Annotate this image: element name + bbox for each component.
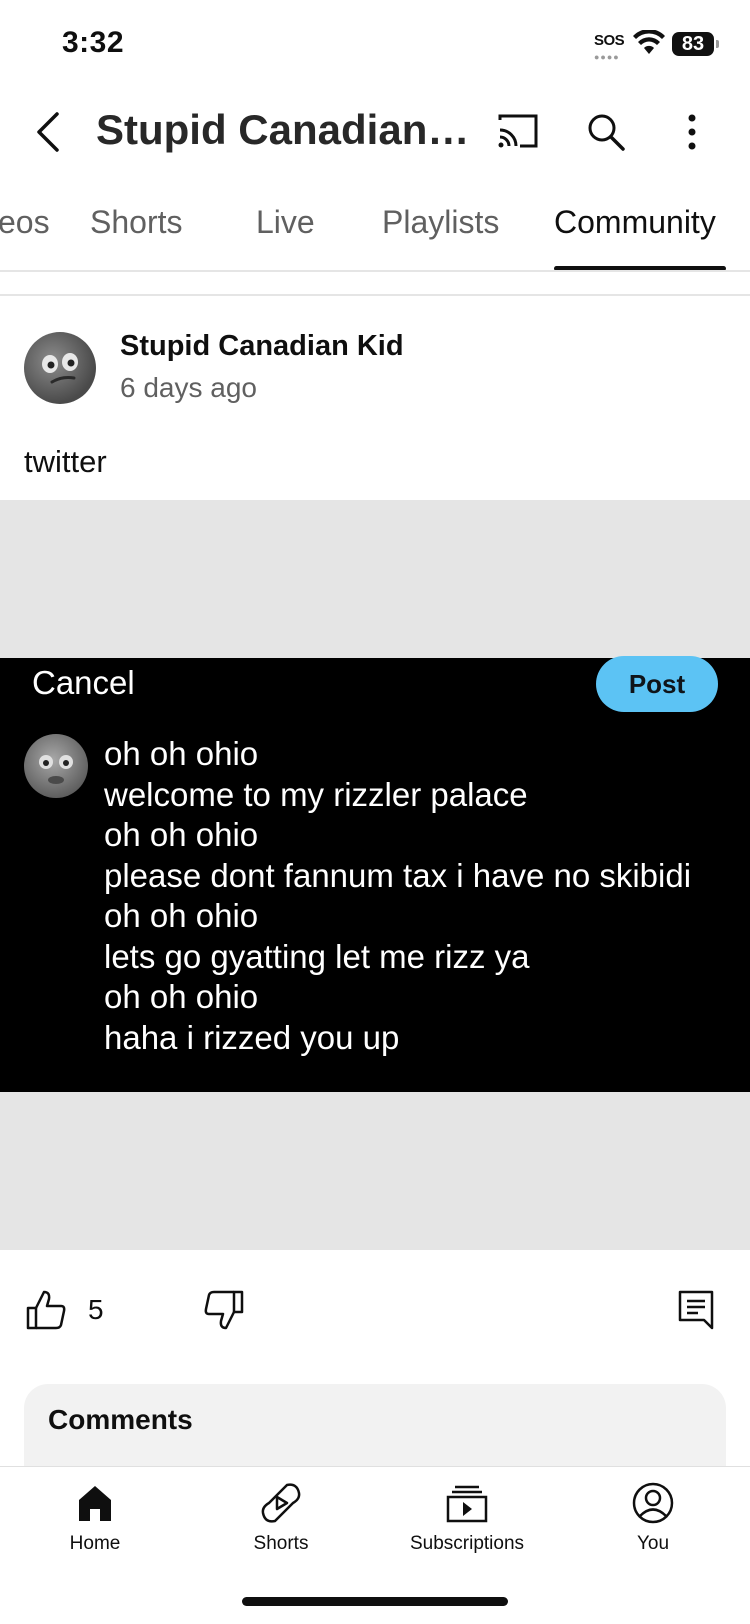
avatar-face-icon [42,353,78,384]
tab-community[interactable]: Community [554,204,716,241]
comment-icon [678,1290,714,1330]
comments-button[interactable] [676,1288,716,1332]
cast-button[interactable] [494,108,542,156]
home-indicator [242,1597,508,1606]
account-icon [632,1482,674,1524]
like-count: 5 [88,1294,104,1325]
like-button[interactable] [24,1288,68,1332]
tweet-cancel-label: Cancel [32,664,135,701]
shorts-icon [261,1483,301,1523]
post-author[interactable]: Stupid Canadian Kid [120,330,404,363]
nav-subscriptions[interactable]: Subscriptions [377,1481,557,1555]
nav-label: Home [69,1533,121,1554]
nav-shorts[interactable]: Shorts [191,1481,371,1555]
avatar[interactable] [24,332,96,404]
post-text: twitter [24,444,107,479]
thumbs-down-icon [204,1290,244,1330]
tweet-line: oh oh ohio [104,978,259,1015]
tweet-post-label: Post [596,656,718,712]
nav-label: Subscriptions [409,1533,525,1554]
tab-shorts[interactable]: Shorts [90,204,182,241]
back-button[interactable] [22,102,74,162]
bottom-navigation: Home Shorts Subscriptions You [0,1466,750,1624]
tweet-line: oh oh ohio [104,897,259,934]
nav-home[interactable]: Home [5,1481,185,1555]
status-time: 3:32 [62,26,125,59]
comments-title: Comments [48,1404,193,1435]
search-icon [588,114,625,151]
divider [0,294,750,296]
sos-indicator: SOS [594,32,625,49]
channel-title: Stupid Canadian Kid [96,106,476,153]
tweet-avatar-face-icon [39,755,73,784]
nav-label: You [636,1533,670,1554]
thumbs-up-icon [26,1290,66,1330]
channel-tabs: eos Shorts Live Playlists Community [0,192,750,272]
cellular-dots-icon: ●●●● [594,52,620,62]
battery-nub [716,40,719,48]
tweet-line: please dont fannum tax i have no skibidi [104,856,692,894]
tweet-screenshot: Cancel Post oh oh ohio welcome to my riz… [0,656,750,1092]
tab-videos[interactable]: eos [0,204,50,241]
tab-live[interactable]: Live [256,204,315,241]
battery-icon: 83 [672,32,714,56]
channel-header: Stupid Canadian Kid [0,92,750,172]
cast-icon [498,114,538,148]
post-actions: 5 [0,1276,750,1346]
tweet-avatar [24,734,88,798]
tweet-line: oh oh ohio [104,816,259,853]
tweet-line: oh oh ohio [104,735,259,772]
active-tab-indicator [554,266,726,270]
back-icon [37,112,59,152]
nav-you[interactable]: You [563,1481,743,1555]
dislike-button[interactable] [202,1288,246,1332]
more-options-button[interactable] [672,108,712,156]
post-image[interactable]: Cancel Post oh oh ohio welcome to my riz… [0,500,750,1250]
subscriptions-icon [446,1485,488,1523]
tweet-line: welcome to my rizzler palace [104,775,528,813]
tweet-line: haha i rizzed you up [104,1018,400,1056]
tab-playlists[interactable]: Playlists [382,204,499,241]
wifi-icon [633,30,665,54]
tweet-text: oh oh ohio welcome to my rizzler palace … [104,734,744,1058]
search-button[interactable] [582,108,630,156]
home-icon [79,1486,111,1521]
nav-label: Shorts [253,1533,309,1554]
tweet-line: lets go gyatting let me rizz ya [104,937,530,975]
post-timestamp: 6 days ago [120,372,257,403]
status-bar: 3:32 SOS ●●●● 83 [0,0,750,92]
more-vert-icon [688,114,696,150]
